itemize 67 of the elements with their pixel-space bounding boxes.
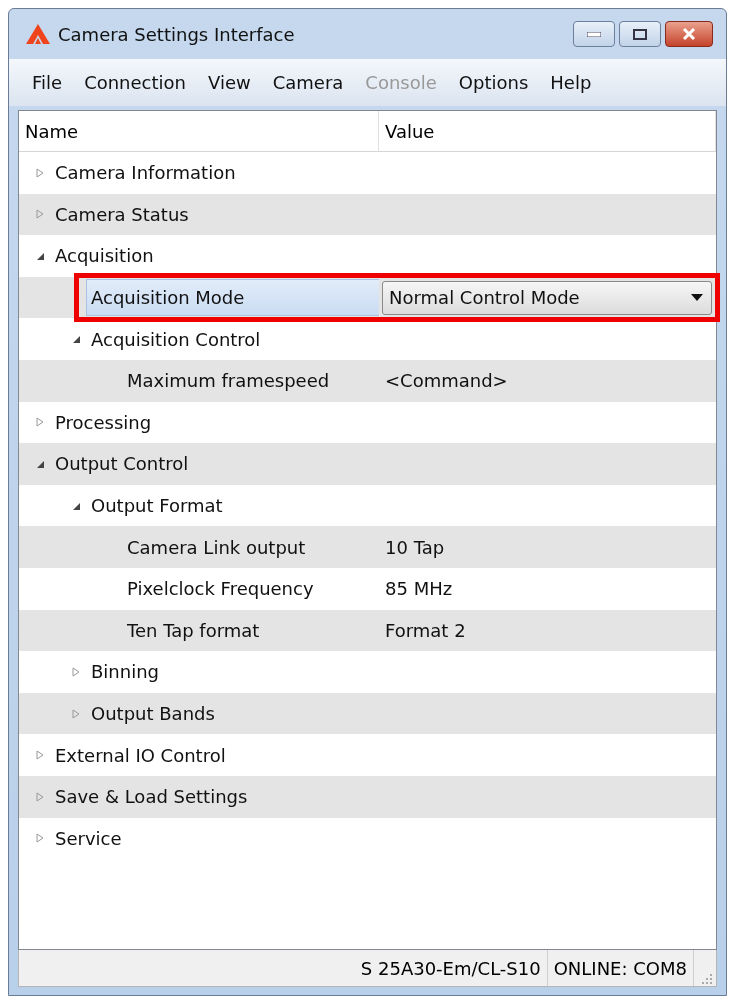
tree-row[interactable]: Binning bbox=[19, 651, 716, 693]
tree-row[interactable]: Output Control bbox=[19, 443, 716, 485]
property-name: Output Format bbox=[91, 495, 223, 517]
tree-row[interactable]: Acquisition Control bbox=[19, 318, 716, 360]
collapsed-triangle-icon[interactable] bbox=[35, 791, 45, 802]
property-name: Processing bbox=[55, 411, 152, 433]
property-name: External IO Control bbox=[55, 744, 226, 766]
property-name: Output Bands bbox=[91, 703, 215, 724]
connection-status: ONLINE: COM8 bbox=[547, 950, 694, 986]
collapsed-triangle-icon[interactable] bbox=[71, 666, 81, 677]
tree-row[interactable]: Save & Load Settings bbox=[19, 775, 716, 818]
property-name: Save & Load Settings bbox=[55, 786, 248, 808]
menu-item[interactable]: Options bbox=[447, 68, 540, 97]
tree-row[interactable]: Service bbox=[19, 817, 716, 860]
property-name: Camera Information bbox=[55, 162, 236, 184]
close-icon bbox=[682, 28, 696, 40]
property-value: Format 2 bbox=[384, 619, 467, 641]
property-name: Service bbox=[55, 827, 122, 849]
tree-row[interactable]: Maximum framespeed <Command> bbox=[19, 359, 716, 402]
menu-item[interactable]: Help bbox=[539, 68, 603, 97]
camera-model-label: S 25A30-Em/CL-S10 bbox=[354, 950, 548, 986]
property-value: 85 MHz bbox=[384, 578, 454, 600]
collapsed-triangle-icon[interactable] bbox=[35, 750, 45, 761]
tree-row[interactable]: Camera Information bbox=[19, 152, 716, 194]
collapsed-triangle-icon[interactable] bbox=[71, 708, 81, 719]
tree-row[interactable]: External IO Control bbox=[19, 734, 716, 776]
menu-item[interactable]: View bbox=[197, 68, 262, 97]
tree-row[interactable]: Camera Status bbox=[19, 193, 716, 236]
property-name: Acquisition bbox=[55, 245, 154, 267]
tree-row[interactable]: Pixelclock Frequency 85 MHz bbox=[19, 567, 716, 610]
property-name: Pixelclock Frequency bbox=[127, 578, 314, 600]
app-logo-icon bbox=[26, 24, 50, 44]
window-title: Camera Settings Interface bbox=[58, 23, 296, 45]
close-button[interactable] bbox=[665, 21, 713, 47]
tree-row[interactable]: Output Format bbox=[19, 484, 716, 527]
collapsed-triangle-icon[interactable] bbox=[35, 209, 45, 220]
column-header[interactable]: Value bbox=[379, 111, 716, 151]
property-name: Ten Tap format bbox=[127, 619, 260, 641]
property-name: Acquisition Mode bbox=[86, 278, 379, 317]
tree-row[interactable]: Camera Link output 10 Tap bbox=[19, 526, 716, 568]
minimize-icon bbox=[587, 31, 601, 37]
property-value: <Command> bbox=[384, 370, 509, 392]
maximize-button[interactable] bbox=[619, 21, 661, 47]
tree-row[interactable]: Processing bbox=[19, 401, 716, 444]
property-name: Acquisition Control bbox=[91, 328, 261, 350]
minimize-button[interactable] bbox=[573, 21, 615, 47]
value-dropdown[interactable]: Normal Control Mode bbox=[382, 280, 712, 315]
tree-row[interactable]: Output Bands bbox=[19, 692, 716, 735]
tree-row[interactable]: Ten Tap format Format 2 bbox=[19, 609, 716, 652]
property-value: 10 Tap bbox=[384, 536, 446, 558]
collapsed-triangle-icon[interactable] bbox=[35, 833, 45, 844]
menu-item[interactable]: Camera bbox=[261, 68, 355, 97]
tree-row[interactable]: Acquisition bbox=[19, 235, 716, 277]
property-name: Camera Link output bbox=[127, 536, 306, 558]
maximize-icon bbox=[633, 28, 647, 40]
property-name: Binning bbox=[91, 661, 159, 683]
menu-item[interactable]: File bbox=[21, 68, 74, 97]
expanded-triangle-icon[interactable] bbox=[71, 334, 81, 345]
menu-item[interactable]: Connection bbox=[73, 68, 197, 97]
collapsed-triangle-icon[interactable] bbox=[35, 167, 45, 178]
property-name: Maximum framespeed bbox=[127, 370, 330, 392]
column-header[interactable]: Name bbox=[19, 111, 379, 151]
property-name: Camera Status bbox=[55, 203, 189, 225]
expanded-triangle-icon[interactable] bbox=[35, 251, 45, 261]
property-name: Output Control bbox=[55, 453, 189, 475]
collapsed-triangle-icon[interactable] bbox=[35, 417, 45, 428]
dropdown-caret-icon bbox=[691, 294, 703, 302]
